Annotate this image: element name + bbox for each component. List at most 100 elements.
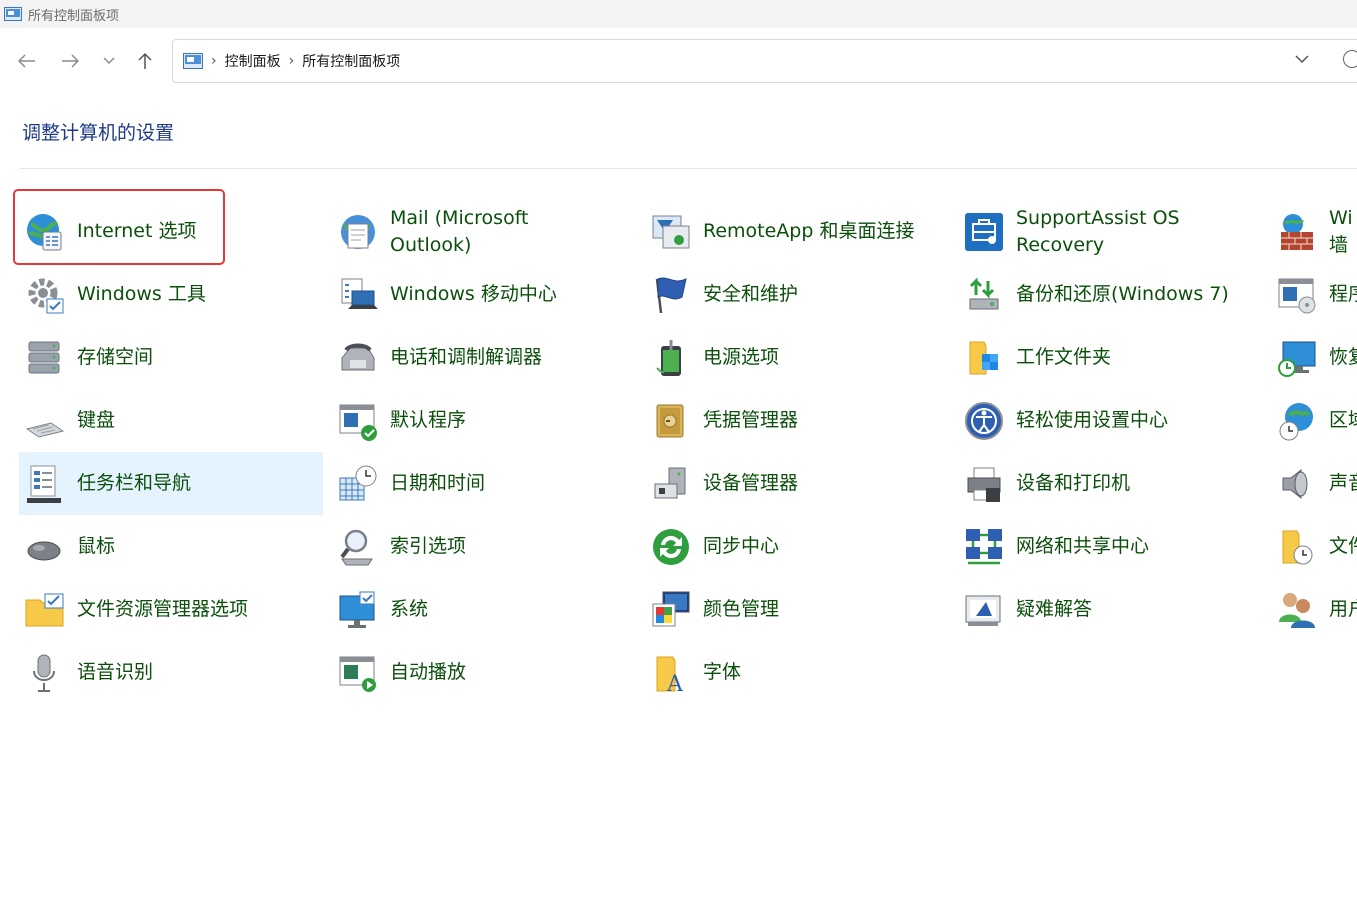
sound-icon: [1282, 468, 1308, 499]
item-credential-manager[interactable]: 凭据管理器: [645, 389, 949, 452]
item-label: 安全和维护: [703, 283, 799, 305]
item-recovery[interactable]: 恢复: [1271, 326, 1357, 389]
item-power-options[interactable]: 电源选项: [645, 326, 949, 389]
item-label: 日期和时间: [390, 472, 486, 494]
item-mobility-center[interactable]: Windows 移动中心: [332, 263, 636, 326]
back-button[interactable]: [13, 48, 41, 74]
control-panel-icon: [183, 53, 203, 69]
power-icon: [656, 339, 681, 376]
arrow-right-icon: [62, 54, 79, 68]
item-label: RemoteApp 和桌面连接: [703, 220, 915, 242]
item-programs[interactable]: 程序: [1271, 263, 1357, 326]
mobility-center-icon: [341, 278, 378, 309]
item-speech-recognition[interactable]: 语音识别: [19, 641, 323, 704]
breadcrumb-all-items[interactable]: 所有控制面板项: [302, 51, 400, 71]
item-label: 颜色管理: [703, 598, 780, 620]
chevron-down-icon: [103, 57, 115, 65]
title-bar: 所有控制面板项: [0, 0, 1357, 28]
svg-text:A: A: [666, 672, 684, 695]
item-backup-restore[interactable]: 备份和还原(Windows 7): [958, 263, 1262, 326]
item-firewall[interactable]: Wi 墙: [1271, 200, 1357, 263]
item-work-folders[interactable]: 工作文件夹: [958, 326, 1262, 389]
item-autoplay[interactable]: 自动播放: [332, 641, 636, 704]
divider: [20, 168, 1357, 169]
user-accounts-icon: [1279, 592, 1315, 628]
item-label: 声音: [1329, 472, 1357, 494]
item-troubleshooting[interactable]: 疑难解答: [958, 578, 1262, 641]
firewall-icon: [1281, 213, 1313, 250]
item-network-sharing[interactable]: 网络和共享中心: [958, 515, 1262, 578]
printer-icon: [967, 467, 1001, 502]
item-label: 设备管理器: [703, 472, 799, 494]
item-ease-of-access[interactable]: 轻松使用设置中心: [958, 389, 1262, 452]
item-supportassist[interactable]: SupportAssist OS Recovery: [958, 200, 1262, 263]
item-label: Windows 移动中心: [390, 283, 557, 305]
up-button[interactable]: [131, 48, 159, 74]
region-icon: [1279, 402, 1313, 440]
ease-of-access-icon: [965, 401, 1003, 440]
keyboard-icon: [25, 421, 65, 438]
item-sync-center[interactable]: 同步中心: [645, 515, 949, 578]
item-indexing-options[interactable]: 索引选项: [332, 515, 636, 578]
item-label: 键盘: [77, 409, 116, 431]
item-user-accounts[interactable]: 用户: [1271, 578, 1357, 641]
breadcrumb-control-panel[interactable]: 控制面板: [225, 51, 281, 71]
refresh-icon[interactable]: [1343, 50, 1357, 68]
item-windows-tools[interactable]: Windows 工具: [19, 263, 323, 326]
item-phone-modem[interactable]: 电话和调制解调器: [332, 326, 636, 389]
chevron-right-icon: ›: [288, 53, 295, 69]
item-label: 同步中心: [703, 535, 780, 557]
address-bar[interactable]: › 控制面板 › 所有控制面板项: [172, 39, 1357, 83]
system-icon: [339, 591, 375, 628]
item-device-manager[interactable]: 设备管理器: [645, 452, 949, 515]
microphone-icon: [33, 654, 55, 692]
item-keyboard[interactable]: 键盘: [19, 389, 323, 452]
address-dropdown-button[interactable]: [1295, 52, 1309, 68]
chevron-right-icon: ›: [211, 53, 217, 69]
supportassist-icon: [965, 212, 1003, 251]
item-label: 文件资源管理器选项: [77, 598, 249, 620]
item-fonts[interactable]: A 字体: [645, 641, 949, 704]
item-devices-printers[interactable]: 设备和打印机: [958, 452, 1262, 515]
folder-options-icon: [25, 593, 64, 626]
item-file-history[interactable]: 文件: [1271, 515, 1357, 578]
item-date-time[interactable]: 日期和时间: [332, 452, 636, 515]
item-internet-options[interactable]: Internet 选项: [19, 200, 323, 263]
default-programs-icon: [339, 404, 377, 441]
item-file-explorer-options[interactable]: 文件资源管理器选项: [19, 578, 323, 641]
item-mouse[interactable]: 鼠标: [19, 515, 323, 578]
item-label: 工作文件夹: [1016, 346, 1112, 368]
item-sound[interactable]: 声音: [1271, 452, 1357, 515]
item-label: 区域: [1329, 409, 1357, 431]
item-label: Mail (Microsoft Outlook): [390, 206, 529, 256]
sync-icon: [653, 528, 689, 565]
network-icon: [966, 528, 1002, 564]
item-label: Wi 墙: [1329, 206, 1353, 256]
item-mail[interactable]: Mail (Microsoft Outlook): [332, 200, 636, 263]
storage-spaces-icon: [28, 341, 60, 373]
item-region[interactable]: 区域: [1271, 389, 1357, 452]
mouse-icon: [27, 541, 61, 560]
item-security-maintenance[interactable]: 安全和维护: [645, 263, 949, 326]
arrow-left-icon: [18, 54, 35, 68]
item-label: 存储空间: [77, 346, 154, 368]
item-color-management[interactable]: 颜色管理: [645, 578, 949, 641]
item-label: 语音识别: [77, 661, 154, 683]
item-label: 电源选项: [703, 346, 780, 368]
forward-button[interactable]: [56, 48, 84, 74]
device-manager-icon: [654, 467, 686, 498]
item-label: 字体: [703, 661, 742, 683]
navigation-bar: › 控制面板 › 所有控制面板项: [0, 28, 1357, 94]
backup-icon: [969, 276, 999, 309]
item-label: 文件: [1329, 535, 1357, 557]
item-taskbar-navigation[interactable]: 任务栏和导航: [19, 452, 323, 515]
item-system[interactable]: 系统: [332, 578, 636, 641]
item-storage-spaces[interactable]: 存储空间: [19, 326, 323, 389]
item-default-programs[interactable]: 默认程序: [332, 389, 636, 452]
windows-tools-icon: [28, 278, 64, 313]
date-time-icon: [339, 465, 377, 500]
item-remoteapp[interactable]: RemoteApp 和桌面连接: [645, 200, 949, 263]
work-folders-icon: [969, 341, 998, 374]
item-label: SupportAssist OS Recovery: [1016, 206, 1180, 256]
recent-locations-button[interactable]: [95, 48, 123, 74]
